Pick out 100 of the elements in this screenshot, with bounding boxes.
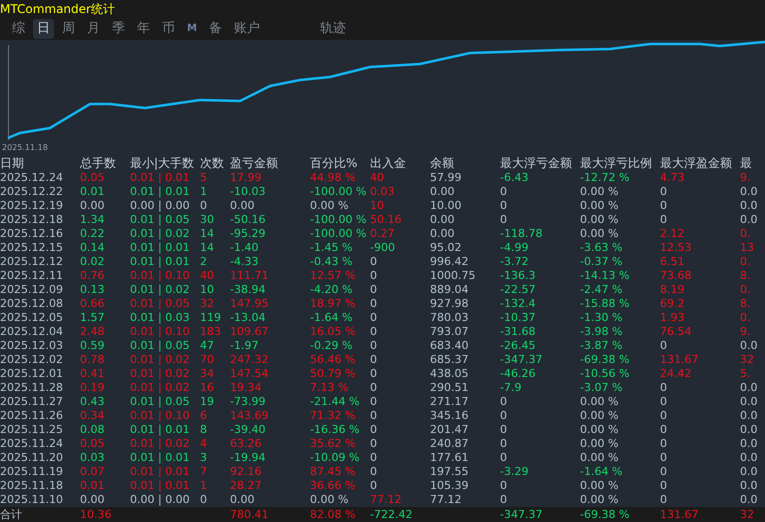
table-cell-text: 0.00 [80,199,106,213]
table-cell-text: -3.72 [500,255,530,269]
tab[interactable]: 月 [83,19,104,39]
tab[interactable]: M [183,19,201,39]
table-cell-text: 6 [200,409,208,423]
table-cell-text: 0 [370,395,378,409]
table-cell-text: -1.45 % [310,241,354,255]
table-cell-text: 0.66 [80,297,106,311]
table-cell-text: 8.19 [660,283,686,297]
table-cell-text: -1.97 [230,339,260,353]
table-cell-text: 0.0 [740,493,758,507]
table-cell-text: 0.01 | 0.10 [130,409,191,423]
window-title: MTCommander统计 [0,1,116,18]
table-cell-text: 82.08 % [310,507,356,522]
table-cell-text: 0.01 | 0.01 [130,451,191,465]
table-cell-text: 0.00 | 0.00 [130,493,191,507]
table-cell-text: 30 [200,213,215,227]
table-cell-text: 0.01 | 0.01 [130,241,191,255]
table-cell-text: 24.42 [660,367,692,381]
table-cell-text: 32 [740,507,755,522]
table-cell-text: 0.01 | 0.01 [130,423,191,437]
table-cell-text: 0 [660,185,668,199]
table-cell-text: 69.2 [660,297,686,311]
column-header: 盈亏金额 [230,155,279,171]
tab[interactable]: 币 [158,19,179,39]
table-cell-text: 10.36 [80,507,112,522]
table-cell-text: 1000.75 [430,269,476,283]
table-cell-text: -3.63 % [580,241,624,255]
column-header: 最小|大手数 [130,155,196,171]
table-cell-text: -10.03 [230,185,266,199]
table-cell-text: 5 [200,171,208,185]
table-cell-text: 0.01 | 0.01 [130,185,191,199]
table-cell-text: -3.07 % [580,381,624,395]
table-cell-text: 2025.12.19 [0,199,64,213]
tab[interactable]: 备 [204,19,226,39]
table-cell-text: 996.42 [430,255,470,269]
table-cell-text: -7.9 [500,381,522,395]
table-cell-text: 0.01 | 0.02 [130,353,191,367]
table-cell-text: 87.45 % [310,465,356,479]
table-cell-text: -10.37 [500,311,536,325]
table-cell-text: 0.01 | 0.02 [130,367,191,381]
table-cell-text: 183 [200,325,222,339]
table-cell-text: 0. [740,255,752,269]
table-cell-text: -31.68 [500,325,536,339]
table-cell-text: 10 [200,283,215,297]
tab[interactable]: 综 [8,19,29,39]
table-cell-text: 0.00 % [310,199,350,213]
table-cell-text: -10.56 % [580,367,630,381]
table-cell-text: 0.78 [80,353,106,367]
table-cell-text: -16.36 % [310,423,360,437]
table-cell-text: 247.32 [230,353,270,367]
table-cell-text: 438.05 [430,367,470,381]
table-cell-text: 2025.11.25 [0,423,64,437]
table-cell-text: -3.98 % [580,325,624,339]
table-cell-text: 0.0 [740,213,758,227]
table-cell-text: 0.01 | 0.05 [130,297,191,311]
table-cell-text: 0.01 | 0.02 [130,437,191,451]
tab[interactable]: 年 [133,19,154,39]
table-cell-text: 131.67 [660,353,700,367]
table-cell-text: -132.4 [500,297,536,311]
tab[interactable]: 轨迹 [316,19,350,39]
tab[interactable]: 账户 [230,19,264,39]
table-cell-text: 0 [660,465,668,479]
table-cell-text: 1.34 [80,213,106,227]
table-cell-text: 8. [740,269,752,283]
table-cell-text: 0.00 % [580,423,620,437]
column-header: 最大浮亏比例 [580,155,653,171]
table-cell-text: 2025.12.02 [0,353,64,367]
table-cell-text: 0.43 [80,395,106,409]
tab[interactable]: 日 [33,19,54,39]
table-cell-text: 0. [740,311,752,325]
table-cell-text: 7.13 % [310,381,350,395]
table-cell-text: 8 [200,423,208,437]
table-cell-text: 0.00 [80,493,106,507]
table-cell-text: 0 [370,423,378,437]
table-cell-text: 0 [200,493,208,507]
table-cell-text: 0.00 [230,493,256,507]
table-cell-text: 0.00 % [580,451,620,465]
table-cell-text: 2025.11.18 [0,479,64,493]
table-cell-text: 109.67 [230,325,270,339]
table-cell-text: 0 [660,213,668,227]
table-cell-text: 0 [660,199,668,213]
table-cell-text: 0.00 % [580,395,620,409]
table-cell-text: 0 [370,297,378,311]
table-cell-text: -69.38 % [580,353,630,367]
table-cell-text: 35.62 % [310,437,356,451]
table-cell-text: 0.0 [740,437,758,451]
table-cell-text: 683.40 [430,339,470,353]
table-cell-text: 0.01 | 0.02 [130,227,191,241]
table-cell-text: 0.76 [80,269,106,283]
tab[interactable]: 周 [58,19,79,39]
table-cell-text: 0.0 [740,465,758,479]
table-cell-text: 3 [200,451,208,465]
table-cell-text: 12.57 % [310,269,356,283]
table-cell-text: 0 [500,423,508,437]
tab[interactable]: 季 [108,19,129,39]
table-cell-text: 36.66 % [310,479,356,493]
table-cell-text: 0. [740,227,752,241]
table-cell-text: 0.14 [80,241,106,255]
table-cell-text: 147.95 [230,297,270,311]
